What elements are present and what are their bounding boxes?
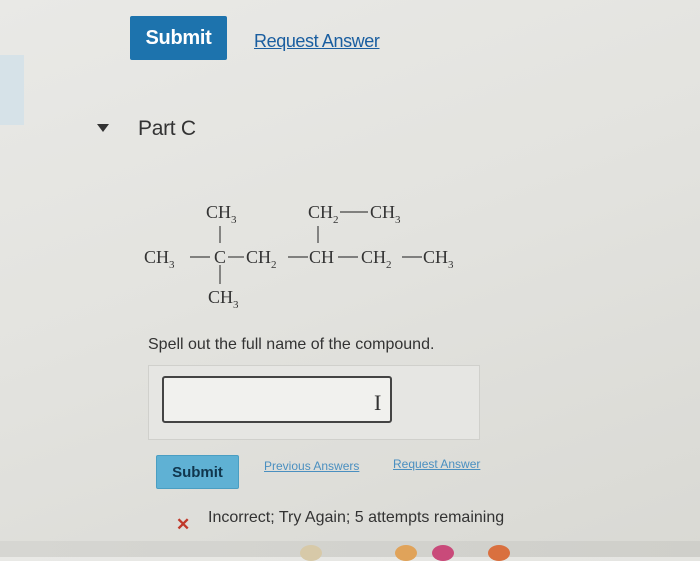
dock-app-icon[interactable] — [300, 545, 322, 561]
answer-input[interactable] — [162, 376, 392, 423]
x-icon: ✕ — [176, 515, 191, 534]
collapse-chevron-icon[interactable] — [97, 124, 109, 132]
chain-atom-1: CH3 — [144, 247, 175, 271]
chain-atom-4: CH — [309, 247, 334, 267]
left-edge-panel — [0, 55, 24, 125]
formula-top-left-group: CH3 — [206, 202, 237, 226]
text-cursor-icon: I — [374, 390, 382, 415]
submit-button-top[interactable]: Submit — [130, 16, 227, 60]
chain-atom-3: CH2 — [246, 247, 277, 271]
formula-bottom-group: CH3 — [208, 287, 239, 311]
chain-atom-5: CH2 — [361, 247, 392, 271]
formula-top-right-group-b: CH3 — [370, 202, 401, 226]
chain-atom-2: C — [214, 247, 226, 267]
taskbar-strip — [0, 541, 700, 557]
previous-answers-link[interactable]: Previous Answers — [264, 459, 359, 473]
feedback-message: Incorrect; Try Again; 5 attempts remaini… — [208, 509, 505, 526]
formula-top-right-group-a: CH2 — [308, 202, 339, 226]
dock-app-icon[interactable] — [488, 545, 510, 561]
request-answer-link-top[interactable]: Request Answer — [254, 31, 380, 52]
dock-app-icon[interactable] — [395, 545, 417, 561]
structural-formula: CH3 CH2 CH3 CH3 C CH2 CH CH2 CH3 CH3 — [144, 202, 454, 311]
request-answer-link[interactable]: Request Answer — [393, 457, 480, 471]
part-title: Part C — [138, 117, 196, 140]
submit-button[interactable]: Submit — [156, 455, 239, 489]
chain-atom-6: CH3 — [423, 247, 454, 271]
dock-app-icon[interactable] — [432, 545, 454, 561]
question-prompt: Spell out the full name of the compound. — [148, 336, 435, 353]
